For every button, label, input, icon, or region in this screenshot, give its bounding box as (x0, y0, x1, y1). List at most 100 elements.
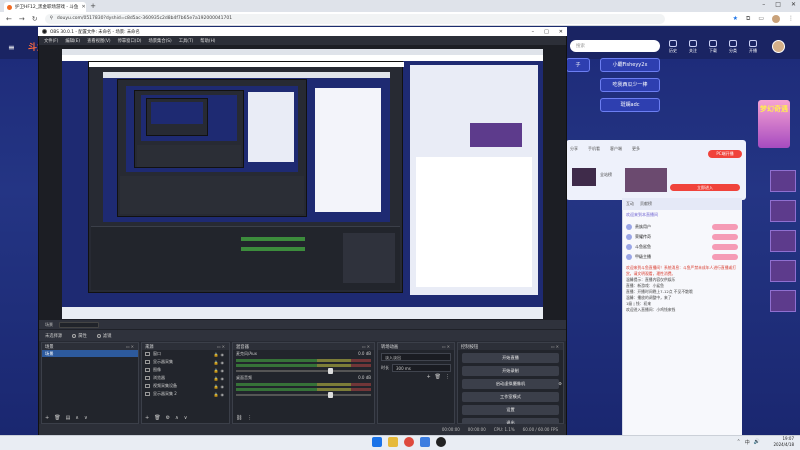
start-recording-button[interactable]: 开始录制 (462, 366, 559, 376)
start-streaming-button[interactable]: 开始直播 (462, 353, 559, 363)
side-thumbnail[interactable] (770, 200, 796, 222)
slider-knob[interactable] (328, 392, 333, 398)
properties-button[interactable]: 属性 (72, 333, 87, 339)
source-item[interactable]: 窗口 🔒◉ (142, 350, 229, 358)
side-thumbnail[interactable] (770, 260, 796, 282)
dock-controls-icon[interactable]: ▭✕ (126, 344, 135, 349)
site-search-input[interactable]: 搜索 (570, 40, 660, 52)
channel-card-left[interactable]: 子 (566, 58, 590, 72)
source-item[interactable]: 视频采集设备 🔒◉ (142, 382, 229, 390)
profile-avatar[interactable] (772, 14, 780, 23)
side-thumbnail[interactable] (770, 290, 796, 312)
dock-controls-icon[interactable]: ▭✕ (442, 344, 451, 349)
enter-room-button[interactable]: 立即进入 (670, 184, 740, 191)
dock-controls-icon[interactable]: ▭✕ (217, 344, 226, 349)
transition-select[interactable]: 淡入淡出 (381, 353, 451, 361)
extensions-icon[interactable]: ⧉ (746, 15, 750, 23)
channel-card[interactable]: 吃我西瓜少一棒 (600, 78, 660, 92)
edge-icon[interactable] (420, 437, 430, 447)
maximize-button[interactable]: □ (775, 1, 781, 8)
file-explorer-icon[interactable] (388, 437, 398, 447)
menu-dots-icon[interactable]: ⋮ (247, 415, 252, 421)
minimize-button[interactable]: – (762, 1, 765, 8)
ranking-label[interactable]: 全站榜 (600, 172, 612, 178)
chrome-icon[interactable] (404, 437, 414, 447)
obs-taskbar-icon[interactable] (436, 437, 446, 447)
source-item[interactable]: 显示器采集 2 🔒◉ (142, 390, 229, 398)
lock-eye-icon[interactable]: 🔒◉ (214, 368, 226, 373)
category-nav[interactable]: 分类 (724, 40, 742, 54)
back-arrow-icon[interactable]: ← (6, 15, 12, 23)
studio-mode-button[interactable]: 工作室模式 (462, 392, 559, 402)
dock-controls-icon[interactable]: ▭✕ (362, 344, 371, 349)
go-live-nav[interactable]: 开播 (744, 40, 762, 54)
obs-maximize-button[interactable]: □ (544, 29, 549, 35)
room-thumbnail[interactable] (625, 168, 667, 192)
lock-eye-icon[interactable]: 🔒◉ (214, 392, 226, 397)
bookmark-star-icon[interactable]: ★ (733, 15, 738, 22)
share-action[interactable]: 分享 (570, 146, 578, 152)
menu-edit[interactable]: 编辑(E) (65, 38, 80, 44)
menu-scene-collection[interactable]: 场景集合(S) (148, 38, 171, 44)
move-up-icon[interactable]: ∧ (75, 415, 79, 421)
event-banner[interactable]: 梦幻奇遇 (758, 100, 790, 148)
clock[interactable]: 19:07 2024/4/18 (773, 436, 794, 448)
browser-tab[interactable]: 护卫HF12_黑金职场游戏 - 斗鱼 ✕ (4, 2, 86, 12)
close-window-button[interactable]: ✕ (791, 1, 796, 8)
user-avatar[interactable] (772, 40, 785, 53)
link-icon[interactable]: ⛓ (236, 415, 242, 421)
volume-icon[interactable]: 🔊 (754, 439, 760, 446)
move-down-icon[interactable]: ∨ (84, 415, 88, 421)
gift-tag[interactable] (712, 244, 738, 250)
obs-minimize-button[interactable]: – (532, 29, 535, 35)
lock-eye-icon[interactable]: 🔒◉ (214, 352, 226, 357)
trash-icon[interactable]: 🗑 (154, 415, 160, 421)
start-virtual-camera-button[interactable]: 启动虚拟摄像机 ⚙ (462, 379, 562, 389)
menu-tools[interactable]: 工具(T) (179, 38, 194, 44)
start-menu-icon[interactable] (372, 437, 382, 447)
filter-icon[interactable]: ▤ (66, 415, 71, 421)
filters-button[interactable]: 滤镜 (96, 333, 111, 339)
mobile-action[interactable]: 手机看 (588, 146, 600, 152)
move-down-icon[interactable]: ∨ (184, 415, 188, 421)
menu-file[interactable]: 文件(F) (44, 38, 58, 44)
sidebar-icon[interactable]: ▭ (758, 15, 764, 22)
forward-arrow-icon[interactable]: → (19, 15, 25, 23)
menu-help[interactable]: 帮助(H) (200, 38, 215, 44)
browser-menu-icon[interactable]: ⋮ (788, 15, 794, 22)
gear-icon[interactable]: ⚙ (166, 415, 170, 421)
lock-eye-icon[interactable]: 🔒◉ (214, 376, 226, 381)
menu-dots-icon[interactable]: ⋮ (445, 374, 450, 380)
menu-view[interactable]: 查看视图(V) (87, 38, 110, 44)
ime-indicator[interactable]: 中 (745, 439, 750, 446)
client-action[interactable]: 客户端 (610, 146, 622, 152)
volume-slider[interactable] (236, 368, 371, 374)
new-tab-button[interactable]: + (89, 2, 97, 10)
trash-icon[interactable]: 🗑 (54, 415, 60, 421)
gift-tag[interactable] (712, 254, 738, 260)
download-nav[interactable]: 下载 (704, 40, 722, 54)
obs-close-button[interactable]: ✕ (559, 29, 563, 35)
channel-card[interactable]: 斑斓adc (600, 98, 660, 112)
side-thumbnail[interactable] (770, 170, 796, 192)
hamburger-menu-icon[interactable]: ≡ (8, 43, 15, 52)
tab-interact[interactable]: 互动 (626, 201, 634, 207)
add-icon[interactable]: + (145, 415, 149, 421)
close-tab-icon[interactable]: ✕ (81, 4, 85, 10)
more-action[interactable]: 更多 (632, 146, 640, 152)
scene-list-item[interactable]: 场景 (42, 350, 138, 357)
site-info-icon[interactable]: ⚲ (50, 16, 53, 21)
reload-icon[interactable]: ↻ (32, 15, 38, 23)
pc-live-button[interactable]: PC端开播 (708, 150, 742, 158)
trash-icon[interactable]: 🗑 (435, 374, 441, 380)
tab-contribution[interactable]: 贡献榜 (640, 201, 652, 207)
dock-controls-icon[interactable]: ▭✕ (551, 344, 560, 349)
duration-input[interactable]: 300 ms (392, 364, 451, 372)
history-nav[interactable]: 历史 (664, 40, 682, 54)
gift-tag[interactable] (712, 224, 738, 230)
room-thumbnail[interactable] (572, 168, 596, 186)
channel-card[interactable]: 小霸Fisheyy2x (600, 58, 660, 72)
add-icon[interactable]: + (45, 415, 49, 421)
slider-knob[interactable] (328, 368, 333, 374)
follow-nav[interactable]: 关注 (684, 40, 702, 54)
